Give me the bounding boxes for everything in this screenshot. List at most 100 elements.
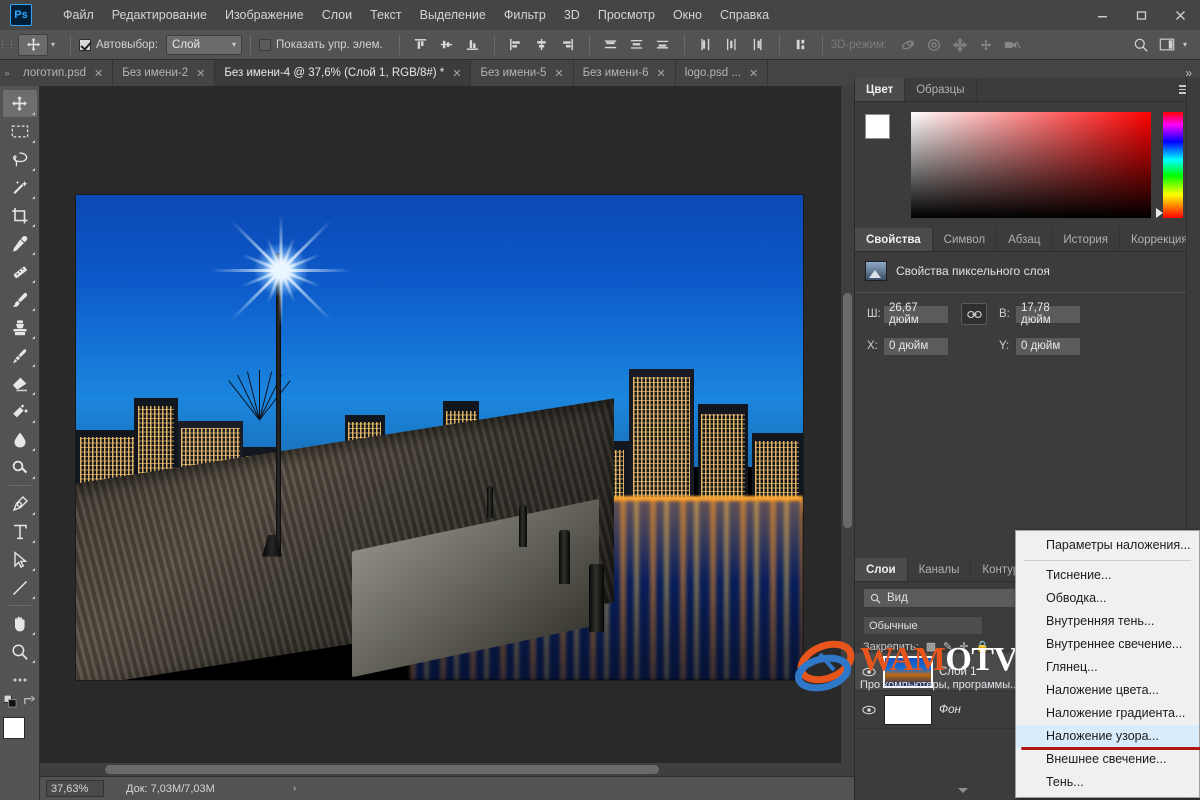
y-input[interactable]: 0 дюйм (1015, 336, 1081, 356)
distribute-vertical-centers-icon[interactable] (626, 34, 648, 56)
menu-view[interactable]: Просмотр (589, 3, 664, 27)
menu-item-color-overlay[interactable]: Наложение цвета... (1016, 679, 1199, 702)
document-artboard[interactable] (76, 195, 803, 680)
swap-colors-icon[interactable] (23, 695, 36, 713)
scrollbar-thumb[interactable] (843, 293, 852, 528)
menu-help[interactable]: Справка (711, 3, 778, 27)
dock-collapse-icon-1[interactable] (958, 787, 968, 793)
move-tool-icon[interactable] (18, 33, 48, 56)
menu-filter[interactable]: Фильтр (495, 3, 555, 27)
hue-slider-marker[interactable] (1156, 208, 1163, 218)
menu-item-inner-shadow[interactable]: Внутренняя тень... (1016, 610, 1199, 633)
layer-visibility-icon[interactable] (861, 705, 877, 715)
crop-tool[interactable] (3, 202, 37, 229)
tab-layers[interactable]: Слои (855, 558, 908, 581)
magic-wand-tool[interactable] (3, 174, 37, 201)
lock-all-icon[interactable]: 🔒 (976, 640, 990, 653)
canvas-horizontal-scrollbar[interactable] (40, 763, 854, 776)
camera-3d-icon[interactable] (1001, 34, 1023, 56)
foreground-background-color-swatch[interactable] (2, 717, 38, 751)
menu-item-satin[interactable]: Глянец... (1016, 656, 1199, 679)
tab-history[interactable]: История (1052, 228, 1121, 251)
dodge-tool[interactable] (3, 454, 37, 481)
color-panel-fg-bg-swatch[interactable] (865, 114, 909, 154)
distribute-top-edges-icon[interactable] (600, 34, 622, 56)
zoom-level-field[interactable]: 37,63% (46, 780, 104, 797)
menu-item-inner-glow[interactable]: Внутреннее свечение... (1016, 633, 1199, 656)
menu-image[interactable]: Изображение (216, 3, 313, 27)
lasso-tool[interactable] (3, 146, 37, 173)
align-top-edges-icon[interactable] (410, 34, 432, 56)
width-input[interactable]: 26,67 дюйм (883, 302, 949, 326)
layer-visibility-icon[interactable] (861, 667, 877, 677)
menu-item-pattern-overlay[interactable]: Наложение узора... (1016, 725, 1200, 750)
menu-select[interactable]: Выделение (411, 3, 495, 27)
type-tool[interactable] (3, 518, 37, 545)
eraser-tool[interactable] (3, 370, 37, 397)
document-tab-3[interactable]: Без имени-5 ✕ (471, 60, 574, 86)
blur-tool[interactable] (3, 426, 37, 453)
canvas-area[interactable] (40, 86, 854, 776)
color-panel-foreground-swatch[interactable] (865, 114, 890, 139)
workspace-icon[interactable] (1156, 34, 1178, 56)
blend-mode-select[interactable]: Обычные (863, 616, 983, 635)
show-transform-controls-checkbox[interactable] (259, 38, 272, 51)
align-vertical-centers-icon[interactable] (436, 34, 458, 56)
align-right-edges-icon[interactable] (557, 34, 579, 56)
tab-swatches[interactable]: Образцы (905, 78, 977, 101)
align-horizontal-centers-icon[interactable] (531, 34, 553, 56)
distribute-left-edges-icon[interactable] (695, 34, 717, 56)
close-icon[interactable]: ✕ (94, 67, 103, 80)
menu-window[interactable]: Окно (664, 3, 711, 27)
distribute-right-edges-icon[interactable] (747, 34, 769, 56)
canvas-vertical-scrollbar[interactable] (841, 86, 854, 776)
link-chain-icon[interactable] (961, 303, 987, 325)
distribute-bottom-edges-icon[interactable] (652, 34, 674, 56)
menu-file[interactable]: Файл (54, 3, 103, 27)
history-brush-tool[interactable] (3, 342, 37, 369)
close-icon[interactable]: ✕ (452, 67, 461, 80)
roll-3d-icon[interactable] (923, 34, 945, 56)
healing-brush-tool[interactable] (3, 258, 37, 285)
menu-item-stroke[interactable]: Обводка... (1016, 587, 1199, 610)
edit-toolbar-button[interactable] (3, 666, 37, 693)
distribute-horizontal-centers-icon[interactable] (721, 34, 743, 56)
menu-item-outer-glow[interactable]: Внешнее свечение... (1016, 748, 1199, 771)
maximize-icon[interactable] (1122, 0, 1161, 30)
workspace-chevron-down-icon[interactable]: ▾ (1183, 40, 1187, 49)
rectangular-marquee-tool[interactable] (3, 118, 37, 145)
hue-slider[interactable] (1156, 112, 1183, 218)
pan-3d-icon[interactable] (949, 34, 971, 56)
foreground-color-swatch[interactable] (2, 717, 25, 739)
minimize-icon[interactable] (1083, 0, 1122, 30)
menu-3d[interactable]: 3D (555, 3, 589, 27)
eyedropper-tool[interactable] (3, 230, 37, 257)
menu-item-bevel-emboss[interactable]: Тиснение... (1016, 564, 1199, 587)
line-tool[interactable] (3, 574, 37, 601)
x-input[interactable]: 0 дюйм (883, 336, 949, 356)
lock-image-pixels-icon[interactable]: ✎ (943, 640, 952, 653)
pen-tool[interactable] (3, 490, 37, 517)
align-left-edges-icon[interactable] (505, 34, 527, 56)
tab-properties[interactable]: Свойства (855, 228, 933, 251)
menu-text[interactable]: Текст (361, 3, 410, 27)
gradient-tool[interactable] (3, 398, 37, 425)
document-tab-4[interactable]: Без имени-6 ✕ (573, 60, 676, 86)
color-spectrum-picker[interactable] (911, 112, 1151, 218)
menu-item-gradient-overlay[interactable]: Наложение градиента... (1016, 702, 1199, 725)
close-icon[interactable]: ✕ (196, 67, 205, 80)
document-tab-1[interactable]: Без имени-2 ✕ (113, 60, 216, 86)
layer-thumbnail[interactable] (884, 694, 932, 725)
menu-edit[interactable]: Редактирование (103, 3, 216, 27)
default-colors-icon[interactable] (3, 694, 17, 713)
search-icon[interactable] (1130, 34, 1152, 56)
close-icon[interactable] (1161, 0, 1200, 30)
autoselect-scope-select[interactable]: Слой ▾ (166, 34, 243, 55)
menu-item-blending-options[interactable]: Параметры наложения... (1016, 534, 1199, 557)
document-tab-2-active[interactable]: Без имени-4 @ 37,6% (Слой 1, RGB/8#) * ✕ (215, 60, 472, 86)
tab-paragraph[interactable]: Абзац (997, 228, 1053, 251)
brush-tool[interactable] (3, 286, 37, 313)
document-tab-5[interactable]: logo.psd ... ✕ (675, 60, 769, 86)
options-grip-icon[interactable]: ⋮⋮ (0, 30, 16, 60)
autoselect-checkbox[interactable] (79, 38, 92, 51)
